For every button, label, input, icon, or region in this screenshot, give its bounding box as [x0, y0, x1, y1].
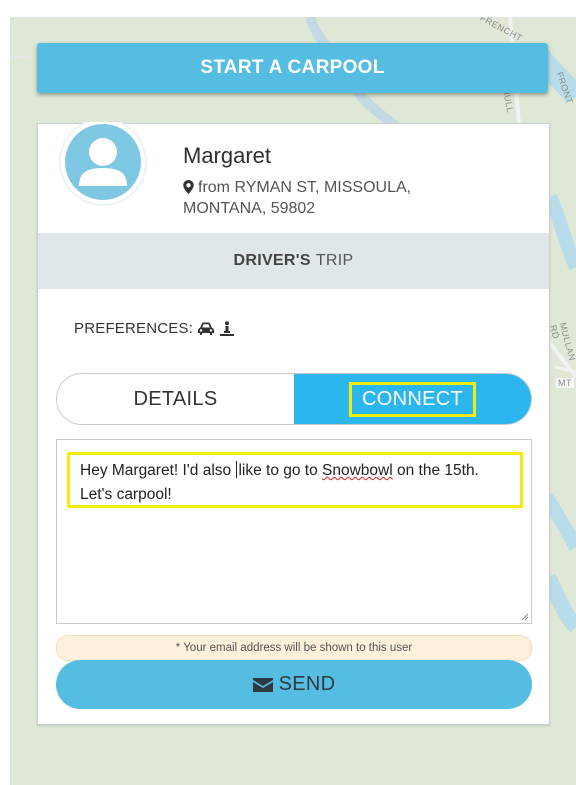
- start-carpool-button[interactable]: START A CARPOOL: [37, 43, 548, 93]
- map-marker-icon: [183, 180, 194, 194]
- envelope-icon: [252, 677, 273, 692]
- message-textarea[interactable]: Hey Margaret! I'd also like to go to Sno…: [56, 439, 532, 624]
- trip-type-bar: DRIVER'S TRIP: [38, 233, 549, 289]
- misspelled-word: Snowbowl: [322, 462, 393, 479]
- resize-handle-icon[interactable]: [519, 611, 529, 621]
- map-street-label: MT: [556, 378, 574, 388]
- user-avatar-icon: [55, 118, 155, 206]
- address-line1: from RYMAN ST, MISSOULA,: [198, 179, 412, 196]
- message-part1: Hey Margaret! I'd also: [80, 462, 236, 479]
- preferences-row: PREFERENCES:: [74, 320, 235, 337]
- email-notice: * Your email address will be shown to th…: [56, 635, 532, 661]
- message-part2: like to go to: [238, 462, 323, 479]
- send-button[interactable]: SEND: [56, 660, 532, 709]
- tab-details[interactable]: DETAILS: [57, 374, 294, 424]
- driver-address: from RYMAN ST, MISSOULA, MONTANA, 59802: [183, 177, 513, 219]
- trip-type-bold: DRIVER'S: [233, 252, 311, 269]
- send-label: SEND: [278, 673, 336, 695]
- trip-type-rest: TRIP: [315, 252, 354, 269]
- tab-connect-label: CONNECT: [349, 381, 476, 417]
- driver-name: Margaret: [183, 143, 272, 168]
- tab-connect[interactable]: CONNECT: [294, 374, 531, 424]
- address-line2: MONTANA, 59802: [183, 200, 316, 217]
- message-text[interactable]: Hey Margaret! I'd also like to go to Sno…: [67, 452, 523, 508]
- preferences-label: PREFERENCES:: [74, 320, 194, 337]
- details-connect-tabs: DETAILS CONNECT: [56, 373, 532, 425]
- trip-card: Margaret from RYMAN ST, MISSOULA, MONTAN…: [37, 118, 550, 725]
- person-seat-icon: [220, 320, 235, 336]
- car-icon: [198, 322, 215, 335]
